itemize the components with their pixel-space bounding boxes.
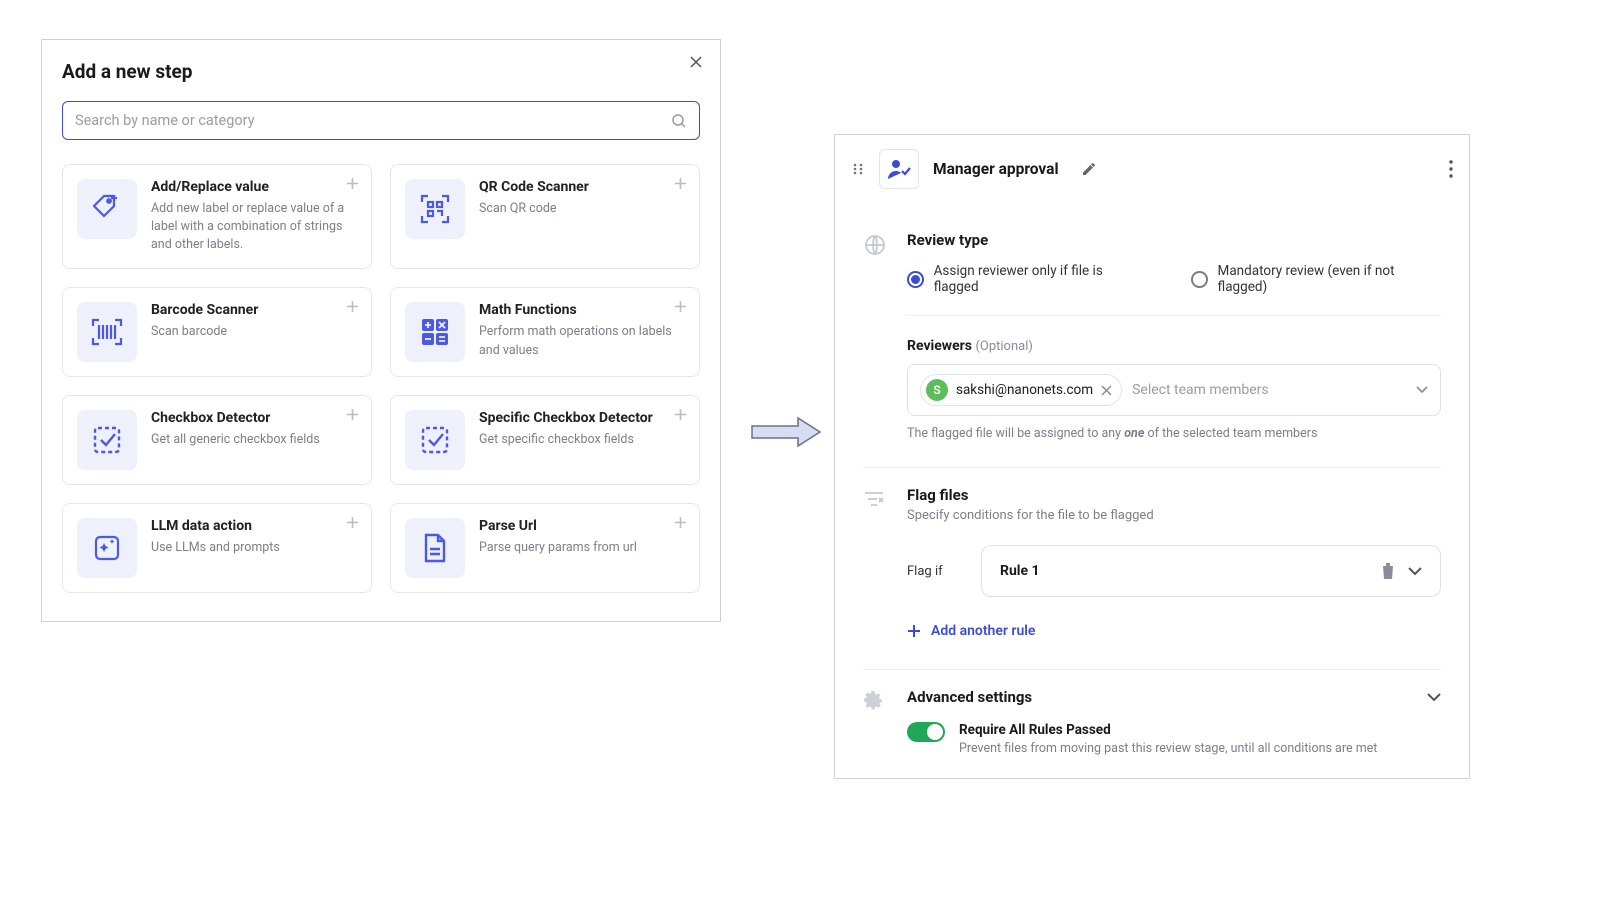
plus-icon (674, 300, 687, 313)
advanced-settings-section: Advanced settings Require All Rules Pass… (863, 688, 1441, 756)
step-desc: Perform math operations on labels and va… (479, 323, 685, 359)
radio-label: Assign reviewer only if file is flagged (934, 263, 1145, 295)
sparkle-icon (77, 518, 137, 578)
checkbox-icon (405, 410, 465, 470)
plus-icon (674, 408, 687, 421)
plus-icon (346, 300, 359, 313)
step-desc: Use LLMs and prompts (151, 539, 357, 557)
toggle-title: Require All Rules Passed (959, 722, 1377, 738)
search-input[interactable] (75, 112, 671, 129)
barcode-icon (77, 302, 137, 362)
step-card[interactable]: Parse Url Parse query params from url (390, 503, 700, 593)
tag-plus-icon (77, 179, 137, 239)
gear-icon (863, 690, 889, 756)
step-card[interactable]: LLM data action Use LLMs and prompts (62, 503, 372, 593)
step-card[interactable]: Checkbox Detector Get all generic checkbo… (62, 395, 372, 485)
remove-chip-icon[interactable] (1101, 385, 1112, 396)
radio-assign-if-flagged[interactable]: Assign reviewer only if file is flagged (907, 263, 1145, 295)
advanced-settings-toggle[interactable]: Advanced settings (907, 688, 1441, 706)
step-title: Math Functions (479, 302, 685, 318)
plus-icon (674, 177, 687, 190)
step-card[interactable]: Add/Replace value Add new label or replac… (62, 164, 372, 269)
panel-header: Manager approval (835, 135, 1469, 203)
chevron-down-icon[interactable] (1408, 567, 1422, 576)
edit-icon[interactable] (1081, 161, 1097, 177)
trash-icon[interactable] (1380, 562, 1396, 580)
checkbox-icon (77, 410, 137, 470)
step-card[interactable]: Math Functions Perform math operations on… (390, 287, 700, 377)
step-card[interactable]: Barcode Scanner Scan barcode (62, 287, 372, 377)
step-title: Barcode Scanner (151, 302, 357, 318)
plus-icon (346, 177, 359, 190)
caret-down-icon (1416, 386, 1428, 394)
reviewers-select[interactable]: S sakshi@nanonets.com Select team member… (907, 364, 1441, 416)
step-title: Add/Replace value (151, 179, 357, 195)
globe-icon (863, 233, 889, 441)
step-card[interactable]: Specific Checkbox Detector Get specific c… (390, 395, 700, 485)
panel-title: Manager approval (933, 160, 1059, 178)
plus-icon (346, 516, 359, 529)
review-type-section: Review type Assign reviewer only if file… (863, 231, 1441, 441)
arrow-icon (750, 412, 822, 452)
step-desc: Add new label or replace value of a labe… (151, 200, 357, 254)
reviewers-label: Reviewers (Optional) (907, 338, 1441, 354)
modal-title: Add a new step (62, 60, 700, 83)
review-type-label: Review type (907, 231, 1441, 249)
require-rules-toggle[interactable] (907, 722, 945, 742)
approval-step-panel: Manager approval Review type Assign revi… (834, 134, 1470, 779)
drag-handle-icon[interactable] (851, 162, 865, 176)
step-desc: Get all generic checkbox fields (151, 431, 357, 449)
flag-subtitle: Specify conditions for the file to be fl… (907, 508, 1441, 523)
radio-icon (1191, 271, 1208, 288)
step-title: QR Code Scanner (479, 179, 685, 195)
avatar: S (926, 379, 948, 401)
search-icon (671, 113, 687, 129)
reviewer-chip: S sakshi@nanonets.com (920, 374, 1122, 406)
flag-if-label: Flag if (907, 564, 957, 579)
step-desc: Parse query params from url (479, 539, 685, 557)
toggle-desc: Prevent files from moving past this revi… (959, 741, 1377, 756)
calc-icon (405, 302, 465, 362)
advanced-settings-label: Advanced settings (907, 688, 1032, 706)
more-icon[interactable] (1449, 160, 1453, 178)
chevron-down-icon (1427, 693, 1441, 702)
radio-mandatory[interactable]: Mandatory review (even if not flagged) (1191, 263, 1441, 295)
close-icon[interactable] (688, 54, 706, 72)
reviewer-email: sakshi@nanonets.com (956, 382, 1093, 398)
rule-item[interactable]: Rule 1 (981, 545, 1441, 597)
step-title: Specific Checkbox Detector (479, 410, 685, 426)
step-desc: Get specific checkbox fields (479, 431, 685, 449)
radio-icon (907, 271, 924, 288)
rule-name: Rule 1 (1000, 563, 1040, 579)
reviewers-help: The flagged file will be assigned to any… (907, 426, 1441, 441)
flag-files-section: Flag files Specify conditions for the fi… (863, 486, 1441, 643)
plus-icon (674, 516, 687, 529)
radio-label: Mandatory review (even if not flagged) (1218, 263, 1441, 295)
plus-icon (907, 624, 921, 638)
step-card[interactable]: QR Code Scanner Scan QR code (390, 164, 700, 269)
file-icon (405, 518, 465, 578)
reviewers-placeholder: Select team members (1132, 382, 1406, 398)
step-title: Checkbox Detector (151, 410, 357, 426)
person-check-icon (879, 149, 919, 189)
step-grid: Add/Replace value Add new label or replac… (62, 164, 700, 593)
flag-title: Flag files (907, 486, 1441, 504)
step-title: LLM data action (151, 518, 357, 534)
search-field-wrap[interactable] (62, 101, 700, 140)
plus-icon (346, 408, 359, 421)
step-desc: Scan barcode (151, 323, 357, 341)
filter-icon (863, 488, 889, 643)
step-desc: Scan QR code (479, 200, 685, 218)
add-rule-button[interactable]: Add another rule (907, 623, 1441, 639)
qr-icon (405, 179, 465, 239)
step-title: Parse Url (479, 518, 685, 534)
add-step-modal: Add a new step Add/Replace value Add new … (41, 39, 721, 622)
